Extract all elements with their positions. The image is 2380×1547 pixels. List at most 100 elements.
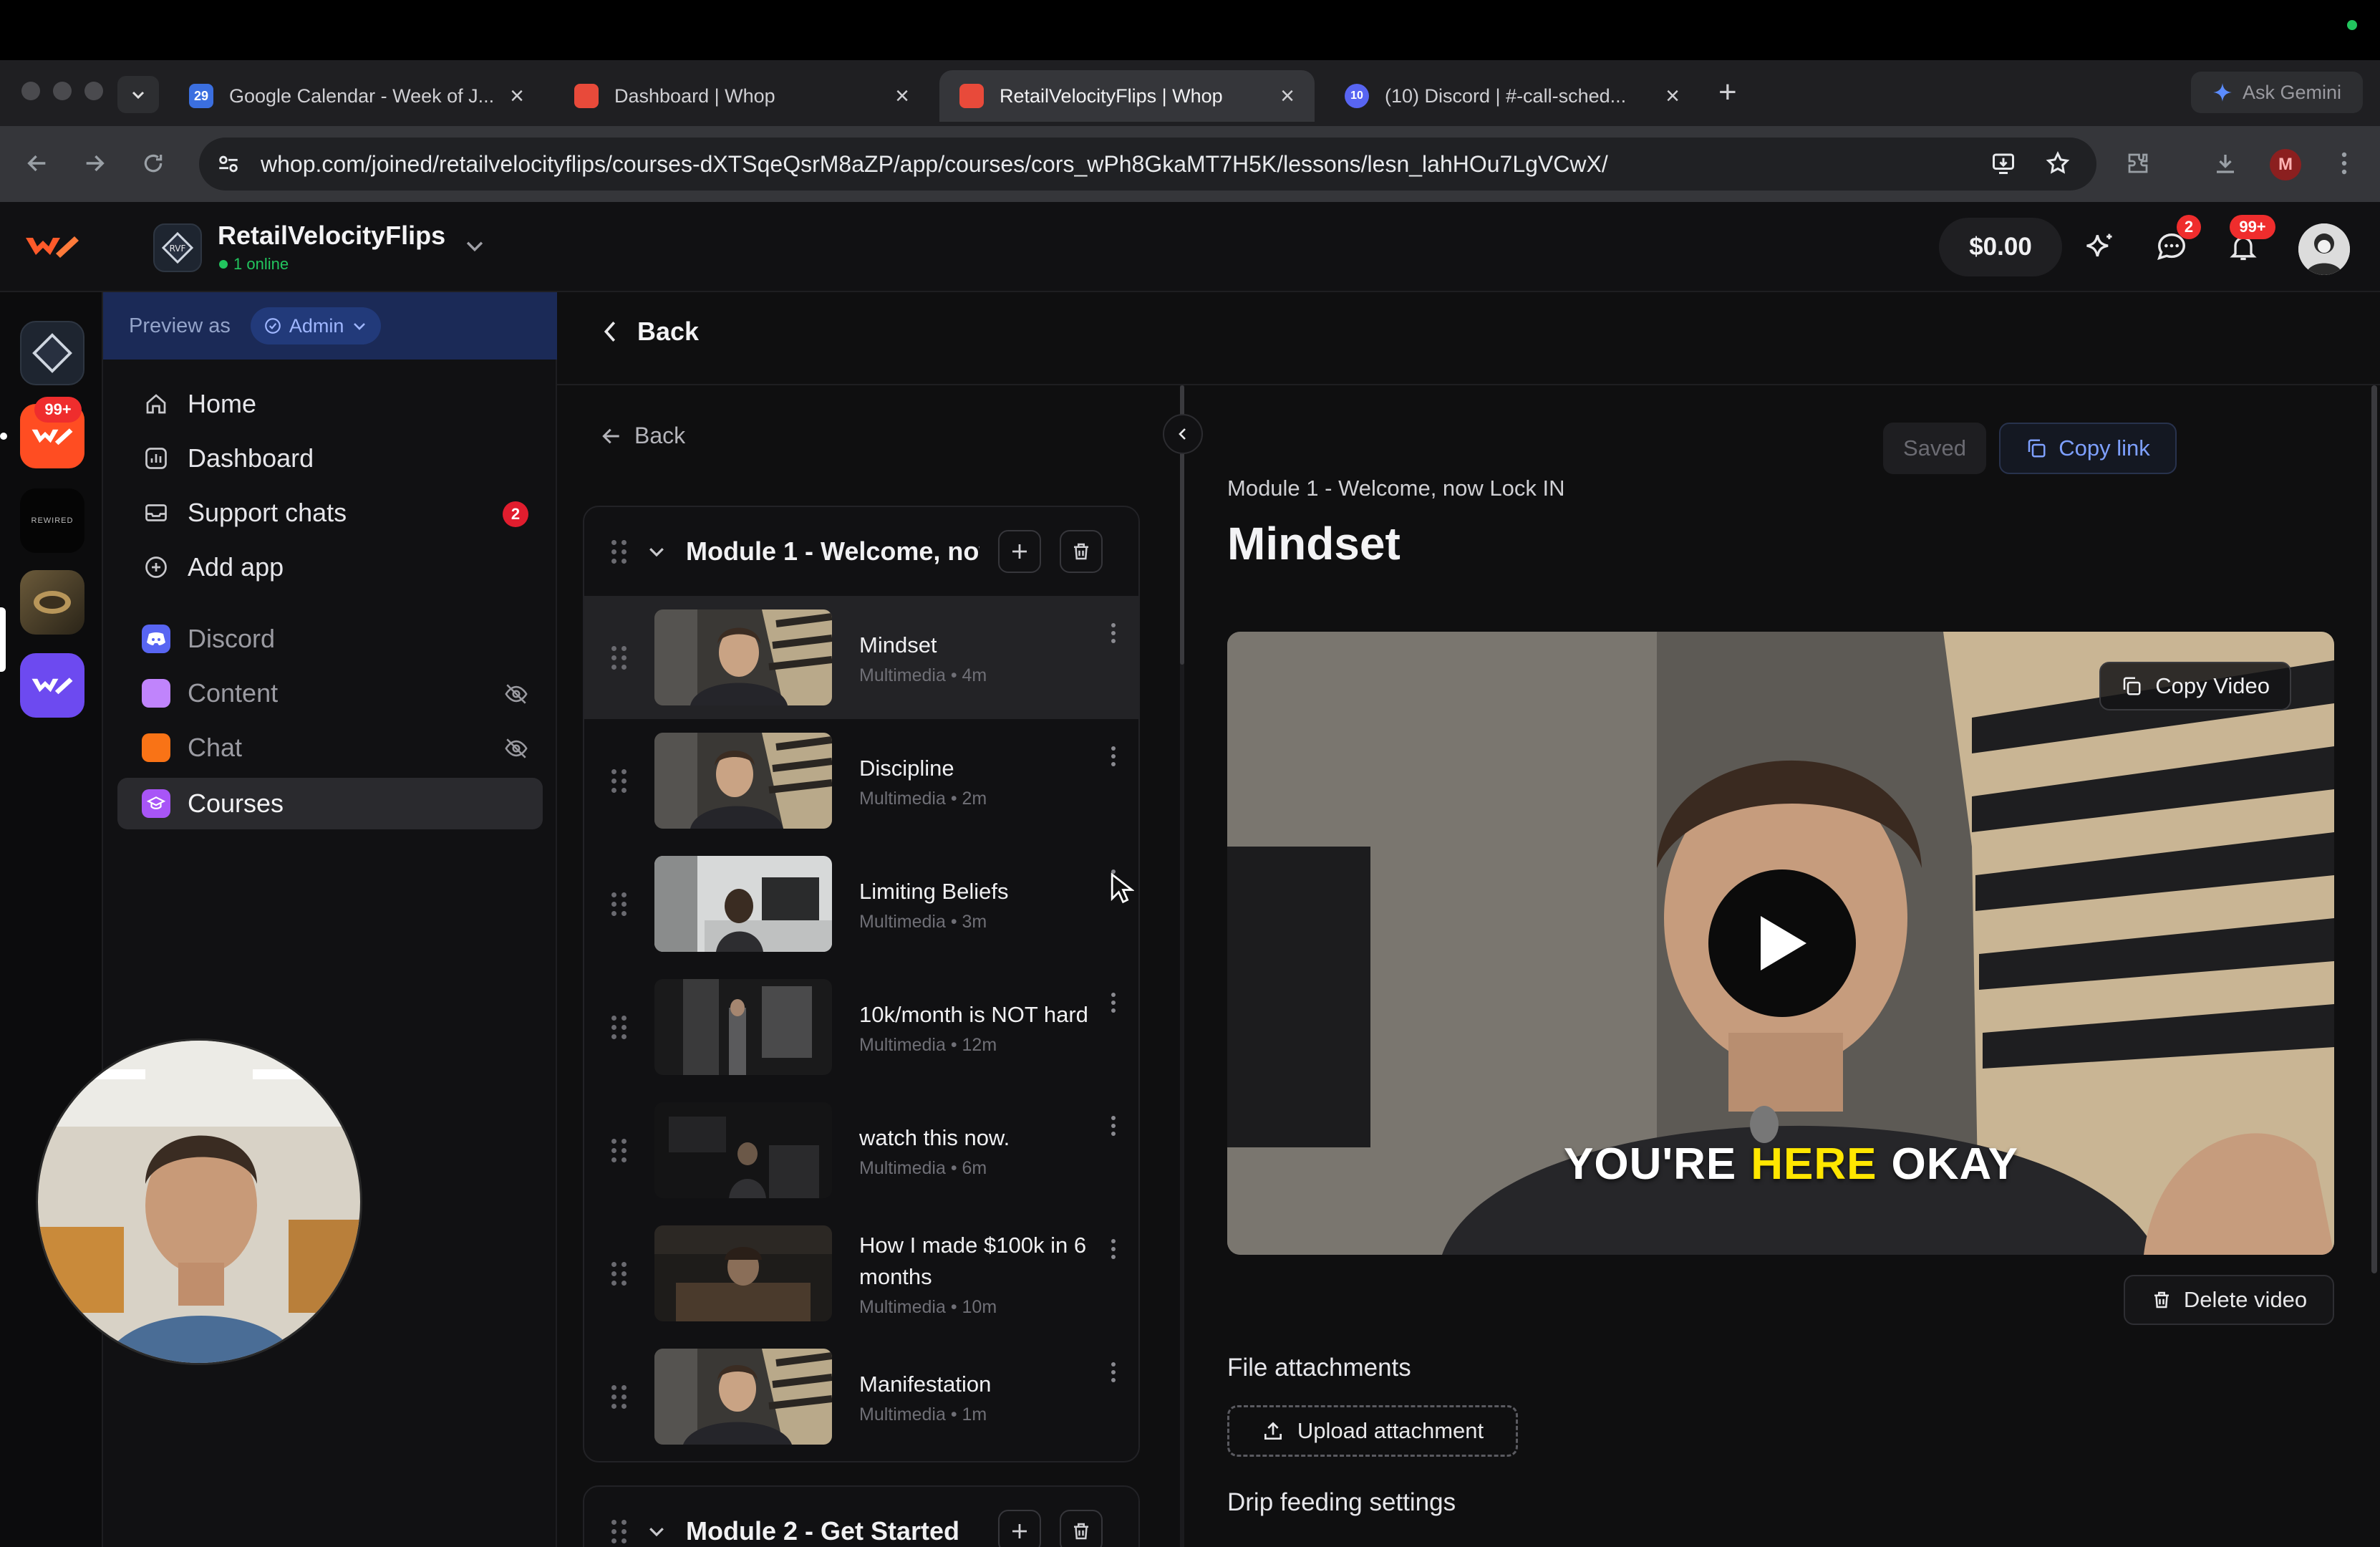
drag-handle-icon[interactable]	[611, 892, 627, 916]
browser-tab-active[interactable]: RetailVelocityFlips | Whop ×	[939, 70, 1315, 122]
module-header[interactable]: Module 2 - Get Started	[584, 1487, 1138, 1547]
browser-tab[interactable]: 10 (10) Discord | #​-call-sched... ×	[1325, 70, 1700, 122]
main-scrollbar[interactable]	[2371, 385, 2377, 1273]
inner-back-button[interactable]: Back	[600, 423, 685, 449]
business-name[interactable]: RetailVelocityFlips	[218, 221, 445, 251]
plus-icon	[1012, 1524, 1027, 1538]
lesson-menu-icon[interactable]	[1111, 1239, 1116, 1259]
business-switcher-button[interactable]	[463, 233, 487, 258]
lesson-menu-icon[interactable]	[1111, 746, 1116, 766]
lesson-title-heading[interactable]: Mindset	[1227, 517, 1401, 570]
lesson-menu-icon[interactable]	[1111, 1362, 1116, 1382]
drag-handle-icon[interactable]	[611, 1519, 627, 1543]
delete-video-button[interactable]: Delete video	[2124, 1275, 2334, 1325]
sidebar-app-discord[interactable]: Discord	[117, 613, 543, 665]
delete-module-button[interactable]	[1060, 1510, 1103, 1547]
chevron-down-icon[interactable]	[646, 1521, 667, 1542]
rail-app-retailvelocityflips[interactable]	[20, 321, 84, 385]
module-header[interactable]: Module 1 - Welcome, now Lock IN	[584, 507, 1138, 596]
reload-button[interactable]	[136, 146, 170, 180]
rail-app-rewired[interactable]: REWIRED	[20, 488, 84, 553]
whop-favicon-icon	[959, 84, 984, 108]
drag-handle-icon[interactable]	[611, 1138, 627, 1162]
video-player[interactable]: Copy Video YOU'RE HERE OKAY	[1227, 632, 2334, 1255]
forward-nav-button[interactable]	[77, 146, 112, 180]
tab-close-icon[interactable]: ×	[1280, 82, 1295, 110]
address-bar[interactable]: whop.com/joined/retailvelocityflips/cour…	[199, 138, 2096, 191]
business-avatar[interactable]: RVF	[153, 223, 202, 272]
extensions-button[interactable]	[2121, 146, 2155, 180]
downloads-button[interactable]	[2208, 146, 2243, 180]
tab-close-icon[interactable]: ×	[895, 82, 909, 110]
inbox-icon	[142, 498, 170, 527]
drag-handle-icon[interactable]	[611, 645, 627, 670]
site-settings-icon[interactable]	[216, 152, 241, 176]
lesson-item[interactable]: watch this now. Multimedia • 6m	[584, 1089, 1138, 1212]
lesson-title: Manifestation	[859, 1371, 992, 1397]
delete-module-button[interactable]	[1060, 530, 1103, 573]
lesson-menu-icon[interactable]	[1111, 1116, 1116, 1136]
browser-profile-avatar[interactable]: M	[2270, 149, 2301, 180]
lesson-menu-icon[interactable]	[1111, 623, 1116, 643]
copy-video-button[interactable]: Copy Video	[2099, 662, 2291, 710]
lesson-item[interactable]: How I made $100k in 6 months Multimedia •…	[584, 1212, 1138, 1335]
collapse-panel-button[interactable]	[1163, 414, 1203, 454]
browser-tab[interactable]: 29 Google Calendar - Week of J... ×	[169, 70, 544, 122]
window-minimize-button[interactable]	[53, 82, 72, 100]
back-nav-button[interactable]	[20, 146, 54, 180]
drag-handle-icon[interactable]	[611, 1384, 627, 1409]
tab-close-icon[interactable]: ×	[1665, 82, 1680, 110]
chevron-down-icon	[354, 323, 366, 330]
drag-handle-icon[interactable]	[611, 1261, 627, 1286]
browser-tab[interactable]: Dashboard | Whop ×	[554, 70, 929, 122]
sidebar-app-chat[interactable]: Chat	[117, 722, 543, 774]
tab-search-button[interactable]	[117, 76, 159, 113]
drag-handle-icon[interactable]	[611, 1015, 627, 1039]
add-lesson-button[interactable]	[998, 1510, 1041, 1547]
lesson-item[interactable]: 10k/month is NOT hard Multimedia • 12m	[584, 965, 1138, 1089]
window-zoom-button[interactable]	[84, 82, 103, 100]
play-button[interactable]	[1708, 869, 1856, 1017]
lesson-item[interactable]: Manifestation Multimedia • 1m	[584, 1335, 1138, 1458]
rail-app-community[interactable]	[20, 570, 84, 635]
upload-attachment-button[interactable]: Upload attachment	[1227, 1405, 1518, 1457]
tab-close-icon[interactable]: ×	[510, 82, 524, 110]
ask-gemini-label: Ask Gemini	[2242, 81, 2342, 103]
user-avatar[interactable]	[2298, 223, 2350, 275]
sidebar-item-support-chats[interactable]: Support chats 2	[117, 487, 543, 539]
browser-menu-button[interactable]	[2327, 146, 2361, 180]
sidebar-item-add-app[interactable]: Add app	[117, 541, 543, 593]
hidden-eye-icon[interactable]	[504, 682, 528, 706]
saved-status-button[interactable]: Saved	[1883, 423, 1986, 474]
ask-gemini-button[interactable]: Ask Gemini	[2191, 72, 2363, 113]
lesson-menu-icon[interactable]	[1111, 993, 1116, 1013]
drag-handle-icon[interactable]	[611, 539, 627, 564]
add-lesson-button[interactable]	[998, 530, 1041, 573]
ai-sparkle-button[interactable]	[2082, 229, 2118, 265]
window-close-button[interactable]	[21, 82, 40, 100]
lesson-item[interactable]: Limiting Beliefs Multimedia • 3m	[584, 842, 1138, 965]
download-icon	[2217, 155, 2234, 173]
rail-app-courses[interactable]	[20, 653, 84, 718]
lesson-item[interactable]: Discipline Multimedia • 2m	[584, 719, 1138, 842]
role-select[interactable]: Admin	[250, 307, 382, 344]
mouse-cursor-icon	[1111, 872, 1134, 904]
arrow-left-icon	[602, 428, 619, 443]
discord-favicon-icon: 10	[1345, 84, 1369, 108]
new-tab-button[interactable]: +	[1718, 74, 1737, 110]
copy-link-button[interactable]: Copy link	[1999, 423, 2177, 474]
balance-button[interactable]: $0.00	[1939, 218, 2062, 276]
sidebar-app-content[interactable]: Content	[117, 668, 543, 719]
sidebar-item-home[interactable]: Home	[117, 378, 543, 430]
sidebar-item-dashboard[interactable]: Dashboard	[117, 433, 543, 484]
lesson-item[interactable]: Mindset Multimedia • 4m	[584, 596, 1138, 719]
drag-handle-icon[interactable]	[611, 768, 627, 793]
hidden-eye-icon[interactable]	[504, 736, 528, 761]
back-button[interactable]: Back	[600, 317, 699, 347]
chevron-down-icon[interactable]	[646, 541, 667, 562]
install-app-button[interactable]	[1986, 146, 2021, 180]
trash-icon	[2154, 1291, 2169, 1309]
sidebar-app-courses[interactable]: Courses	[117, 778, 543, 829]
whop-logo-icon[interactable]	[24, 232, 80, 261]
bookmark-button[interactable]	[2041, 146, 2075, 180]
